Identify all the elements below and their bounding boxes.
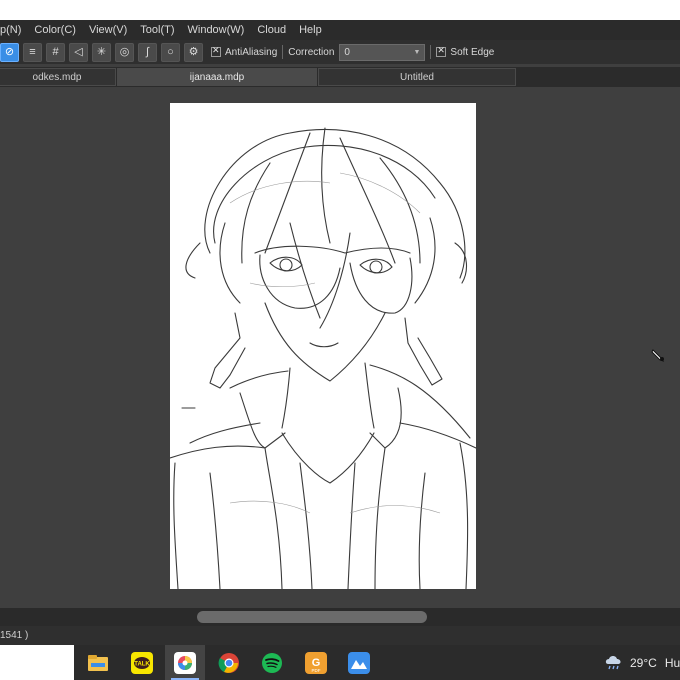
chevron-down-icon: ▼ bbox=[413, 48, 421, 56]
parallel-snap-icon[interactable]: ≡ bbox=[23, 42, 42, 62]
svg-text:PDF: PDF bbox=[312, 668, 321, 673]
toolbar-divider bbox=[430, 45, 432, 59]
menu-item-cloud[interactable]: Cloud bbox=[257, 24, 286, 36]
tab-label: ijanaaa.mdp bbox=[189, 71, 245, 83]
spotify-button[interactable] bbox=[252, 645, 292, 680]
taskbar-search-box[interactable] bbox=[0, 645, 74, 680]
pencil-sketch-illustration bbox=[170, 127, 476, 589]
tab-untitled[interactable]: Untitled bbox=[318, 68, 516, 86]
tab-label: Untitled bbox=[400, 71, 434, 83]
status-coordinates: 1541 ) bbox=[0, 630, 29, 641]
antialiasing-checkbox[interactable]: AntiAliasing bbox=[211, 45, 278, 58]
checkbox-checked-icon bbox=[211, 45, 221, 57]
status-bar: 1541 ) bbox=[0, 626, 680, 645]
menu-item-window[interactable]: Window(W) bbox=[188, 24, 245, 36]
perspective-snap-icon[interactable]: ◁ bbox=[69, 42, 88, 62]
spotify-icon bbox=[262, 652, 282, 673]
snap-off-icon[interactable]: ⊘ bbox=[0, 42, 19, 62]
photos-app-button[interactable] bbox=[339, 645, 379, 680]
rain-cloud-icon[interactable] bbox=[604, 654, 624, 672]
settings-icon[interactable]: ⚙ bbox=[184, 42, 203, 62]
correction-value: 0 bbox=[344, 46, 350, 58]
circle-snap-icon[interactable]: ○ bbox=[161, 42, 180, 62]
menu-item-help[interactable]: Help bbox=[299, 24, 322, 36]
pen-cursor-icon bbox=[651, 349, 665, 362]
soft-edge-label: Soft Edge bbox=[450, 46, 495, 58]
photos-app-icon bbox=[348, 651, 370, 674]
menu-item-tool[interactable]: Tool(T) bbox=[140, 24, 174, 36]
medibang-button[interactable] bbox=[165, 645, 205, 680]
medibang-window: p(N) Color(C) View(V) Tool(T) Window(W) … bbox=[0, 20, 680, 645]
kakaotalk-button[interactable]: TALK bbox=[122, 645, 162, 680]
file-explorer-icon bbox=[88, 654, 108, 671]
medibang-icon bbox=[174, 651, 196, 674]
chrome-button[interactable] bbox=[209, 645, 249, 680]
concentric-snap-icon[interactable]: ◎ bbox=[115, 42, 134, 62]
correction-select[interactable]: 0 ▼ bbox=[339, 43, 426, 61]
pdf-app-button[interactable]: G PDF bbox=[296, 645, 336, 680]
scrollbar-thumb[interactable] bbox=[197, 611, 427, 623]
pdf-app-icon: G PDF bbox=[305, 651, 327, 674]
checkbox-checked-icon bbox=[436, 45, 447, 57]
tab-label: odkes.mdp bbox=[32, 71, 82, 83]
weather-temperature[interactable]: 29°C bbox=[630, 656, 657, 670]
curve-snap-icon[interactable]: ∫ bbox=[138, 42, 157, 62]
correction-label: Correction bbox=[288, 46, 335, 58]
document-tabs: odkes.mdp ijanaaa.mdp Untitled bbox=[0, 67, 680, 87]
grid-snap-icon[interactable]: # bbox=[46, 42, 65, 62]
snap-toolbar: ⊘ ≡ # ◁ ✳ ◎ ∫ ○ ⚙ AntiAliasing Correctio… bbox=[0, 40, 680, 64]
system-tray: 29°C Hu bbox=[604, 645, 680, 680]
tab-odkes[interactable]: odkes.mdp bbox=[0, 68, 116, 86]
menu-item-partial[interactable]: p(N) bbox=[0, 24, 21, 36]
weather-location[interactable]: Hu bbox=[665, 656, 680, 670]
svg-text:TALK: TALK bbox=[134, 661, 150, 667]
top-margin bbox=[0, 0, 680, 20]
radial-snap-icon[interactable]: ✳ bbox=[92, 42, 111, 62]
canvas-workspace[interactable] bbox=[0, 87, 680, 608]
toolbar-divider bbox=[282, 45, 284, 59]
menu-item-color[interactable]: Color(C) bbox=[34, 24, 76, 36]
menu-bar: p(N) Color(C) View(V) Tool(T) Window(W) … bbox=[0, 20, 680, 40]
drawing-canvas[interactable] bbox=[170, 103, 476, 589]
tab-ijanaaa[interactable]: ijanaaa.mdp bbox=[117, 68, 317, 86]
antialiasing-label: AntiAliasing bbox=[225, 46, 278, 58]
kakaotalk-icon: TALK bbox=[131, 651, 153, 674]
chrome-icon bbox=[218, 652, 239, 673]
menu-item-view[interactable]: View(V) bbox=[89, 24, 127, 36]
file-explorer-button[interactable] bbox=[78, 645, 118, 680]
windows-taskbar: TALK G PDF 29°C Hu bbox=[0, 645, 680, 680]
soft-edge-checkbox[interactable]: Soft Edge bbox=[436, 45, 495, 58]
horizontal-scrollbar[interactable] bbox=[0, 608, 680, 626]
